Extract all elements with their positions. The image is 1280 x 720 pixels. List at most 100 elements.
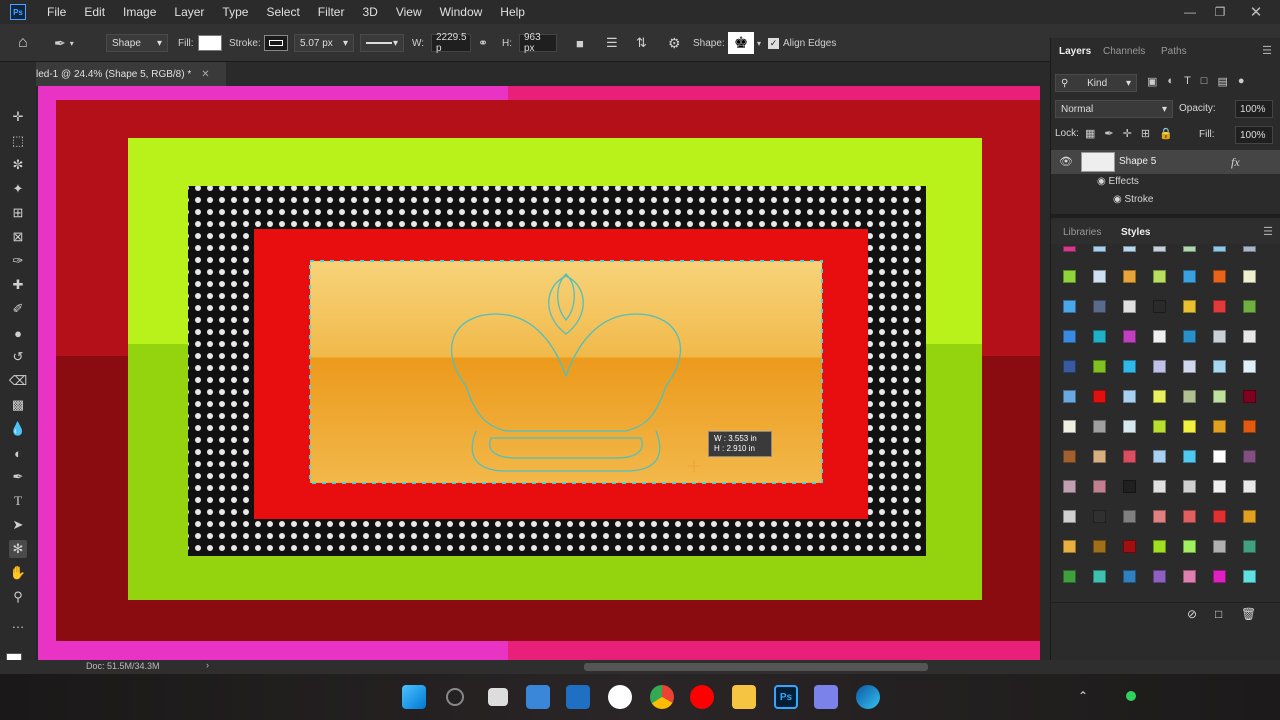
style-swatch[interactable]	[1063, 510, 1076, 523]
file-explorer-icon[interactable]	[732, 685, 756, 709]
menu-file[interactable]: File	[38, 0, 75, 24]
style-swatch[interactable]	[1063, 330, 1076, 343]
style-swatch[interactable]	[1213, 330, 1226, 343]
style-swatch[interactable]	[1243, 480, 1256, 493]
tab-channels[interactable]: Channels	[1095, 38, 1153, 64]
style-swatch[interactable]	[1213, 510, 1226, 523]
tab-paths[interactable]: Paths	[1153, 38, 1195, 64]
style-swatch[interactable]	[1213, 390, 1226, 403]
style-swatch[interactable]	[1213, 420, 1226, 433]
style-swatch[interactable]	[1183, 510, 1196, 523]
style-swatch[interactable]	[1183, 330, 1196, 343]
stroke-type-dropdown[interactable]: ▾	[360, 34, 404, 52]
dodge-tool-icon[interactable]: ◐	[9, 444, 27, 462]
style-swatch[interactable]	[1123, 360, 1136, 373]
chrome-icon[interactable]	[650, 685, 674, 709]
clear-style-icon[interactable]: ⊘	[1187, 607, 1197, 621]
menu-edit[interactable]: Edit	[75, 0, 114, 24]
style-swatch[interactable]	[1153, 480, 1166, 493]
style-swatch[interactable]	[1243, 540, 1256, 553]
quick-selection-tool-icon[interactable]: ✦	[9, 180, 27, 198]
home-icon[interactable]: ⌂	[18, 24, 28, 62]
align-edges-checkbox[interactable]: ✓	[768, 37, 779, 49]
menu-view[interactable]: View	[387, 0, 431, 24]
layer-filter-dropdown[interactable]: ⚲ Kind ▾	[1055, 74, 1137, 92]
delete-style-icon[interactable]: 🗑	[1241, 607, 1256, 621]
blur-tool-icon[interactable]: 💧	[9, 420, 27, 438]
adjustment-filter-icon[interactable]: ◐	[1167, 75, 1174, 88]
style-swatch[interactable]	[1183, 450, 1196, 463]
style-swatch[interactable]	[1093, 270, 1106, 283]
style-swatch[interactable]	[1243, 450, 1256, 463]
smart-object-filter-icon[interactable]: ▤	[1217, 75, 1227, 88]
eye-icon[interactable]: ◉	[1113, 194, 1122, 205]
shape-filter-icon[interactable]: □	[1201, 75, 1208, 88]
menu-window[interactable]: Window	[431, 0, 492, 24]
style-swatch[interactable]	[1153, 300, 1166, 313]
style-swatch[interactable]	[1063, 480, 1076, 493]
store-icon[interactable]	[566, 685, 590, 709]
teams-icon[interactable]	[814, 685, 838, 709]
style-swatch[interactable]	[1213, 570, 1226, 583]
frame-tool-icon[interactable]: ⊠	[9, 228, 27, 246]
style-swatch[interactable]	[1063, 540, 1076, 553]
tab-styles[interactable]: Styles	[1113, 220, 1158, 244]
style-swatch[interactable]	[1063, 570, 1076, 583]
zoom-tool-icon[interactable]: ⚲	[9, 588, 27, 606]
stroke-width-field[interactable]: 5.07 px ▾	[294, 34, 354, 52]
style-swatch[interactable]	[1123, 480, 1136, 493]
widgets-icon[interactable]	[526, 685, 550, 709]
horizontal-scrollbar[interactable]	[584, 663, 928, 671]
panel-menu-icon[interactable]: ☰	[1263, 225, 1273, 238]
style-swatch[interactable]	[1123, 420, 1136, 433]
vertical-scrollbar[interactable]	[1040, 86, 1050, 660]
style-swatch[interactable]	[1123, 330, 1136, 343]
github-icon[interactable]	[608, 685, 632, 709]
type-tool-icon[interactable]: T	[9, 492, 27, 510]
style-swatch[interactable]	[1123, 270, 1136, 283]
tray-app-icon[interactable]	[1126, 691, 1136, 701]
link-icon[interactable]: ⚭	[478, 24, 488, 62]
style-swatch[interactable]	[1093, 540, 1106, 553]
lock-artboard-icon[interactable]: ⊞	[1141, 127, 1150, 140]
layer-effects-icon[interactable]: fx	[1231, 155, 1240, 170]
eraser-tool-icon[interactable]: ⌫	[9, 372, 27, 390]
style-swatch[interactable]	[1183, 360, 1196, 373]
style-swatch[interactable]	[1243, 390, 1256, 403]
style-swatch[interactable]	[1243, 510, 1256, 523]
style-swatch[interactable]	[1243, 360, 1256, 373]
layer-row-shape-5[interactable]: 👁 Shape 5 fx	[1051, 150, 1280, 174]
document-tab[interactable]: led-1 @ 24.4% (Shape 5, RGB/8) * ✕	[26, 62, 226, 86]
status-menu-arrow-icon[interactable]: ›	[206, 660, 209, 670]
move-tool-icon[interactable]: ✛	[9, 108, 27, 126]
style-swatch[interactable]	[1153, 510, 1166, 523]
path-selection-tool-icon[interactable]: ➤	[9, 516, 27, 534]
eye-icon[interactable]: ◉	[1097, 176, 1106, 187]
stroke-effect-row[interactable]: ◉ Stroke	[1113, 194, 1153, 205]
style-swatch[interactable]	[1183, 420, 1196, 433]
lock-image-icon[interactable]: ✒	[1104, 127, 1113, 140]
canvas-area[interactable]: W : 3.553 in H : 2.910 in	[36, 86, 1050, 660]
fill-field[interactable]: 100%	[1235, 126, 1273, 144]
style-swatch[interactable]	[1183, 246, 1196, 252]
marquee-tool-icon[interactable]: ⬚	[9, 132, 27, 150]
style-swatch[interactable]	[1153, 390, 1166, 403]
menu-select[interactable]: Select	[257, 0, 308, 24]
tray-chevron-icon[interactable]: ⌃	[1078, 689, 1088, 703]
gradient-tool-icon[interactable]: ▩	[9, 396, 27, 414]
style-swatch[interactable]	[1183, 570, 1196, 583]
style-swatch[interactable]	[1183, 390, 1196, 403]
pen-tool-icon[interactable]: ✒	[9, 468, 27, 486]
menu-image[interactable]: Image	[114, 0, 165, 24]
style-swatch[interactable]	[1093, 246, 1106, 252]
path-operations-icon[interactable]: ■	[576, 24, 584, 62]
brush-tool-icon[interactable]: ✐	[9, 300, 27, 318]
clone-stamp-tool-icon[interactable]: ●	[9, 324, 27, 342]
menu-help[interactable]: Help	[491, 0, 534, 24]
style-swatch[interactable]	[1123, 246, 1136, 252]
style-swatch[interactable]	[1153, 246, 1166, 252]
new-style-icon[interactable]: □	[1215, 607, 1222, 621]
style-swatch[interactable]	[1123, 570, 1136, 583]
style-swatch[interactable]	[1153, 360, 1166, 373]
tool-mode-dropdown[interactable]: Shape ▾	[106, 34, 168, 52]
